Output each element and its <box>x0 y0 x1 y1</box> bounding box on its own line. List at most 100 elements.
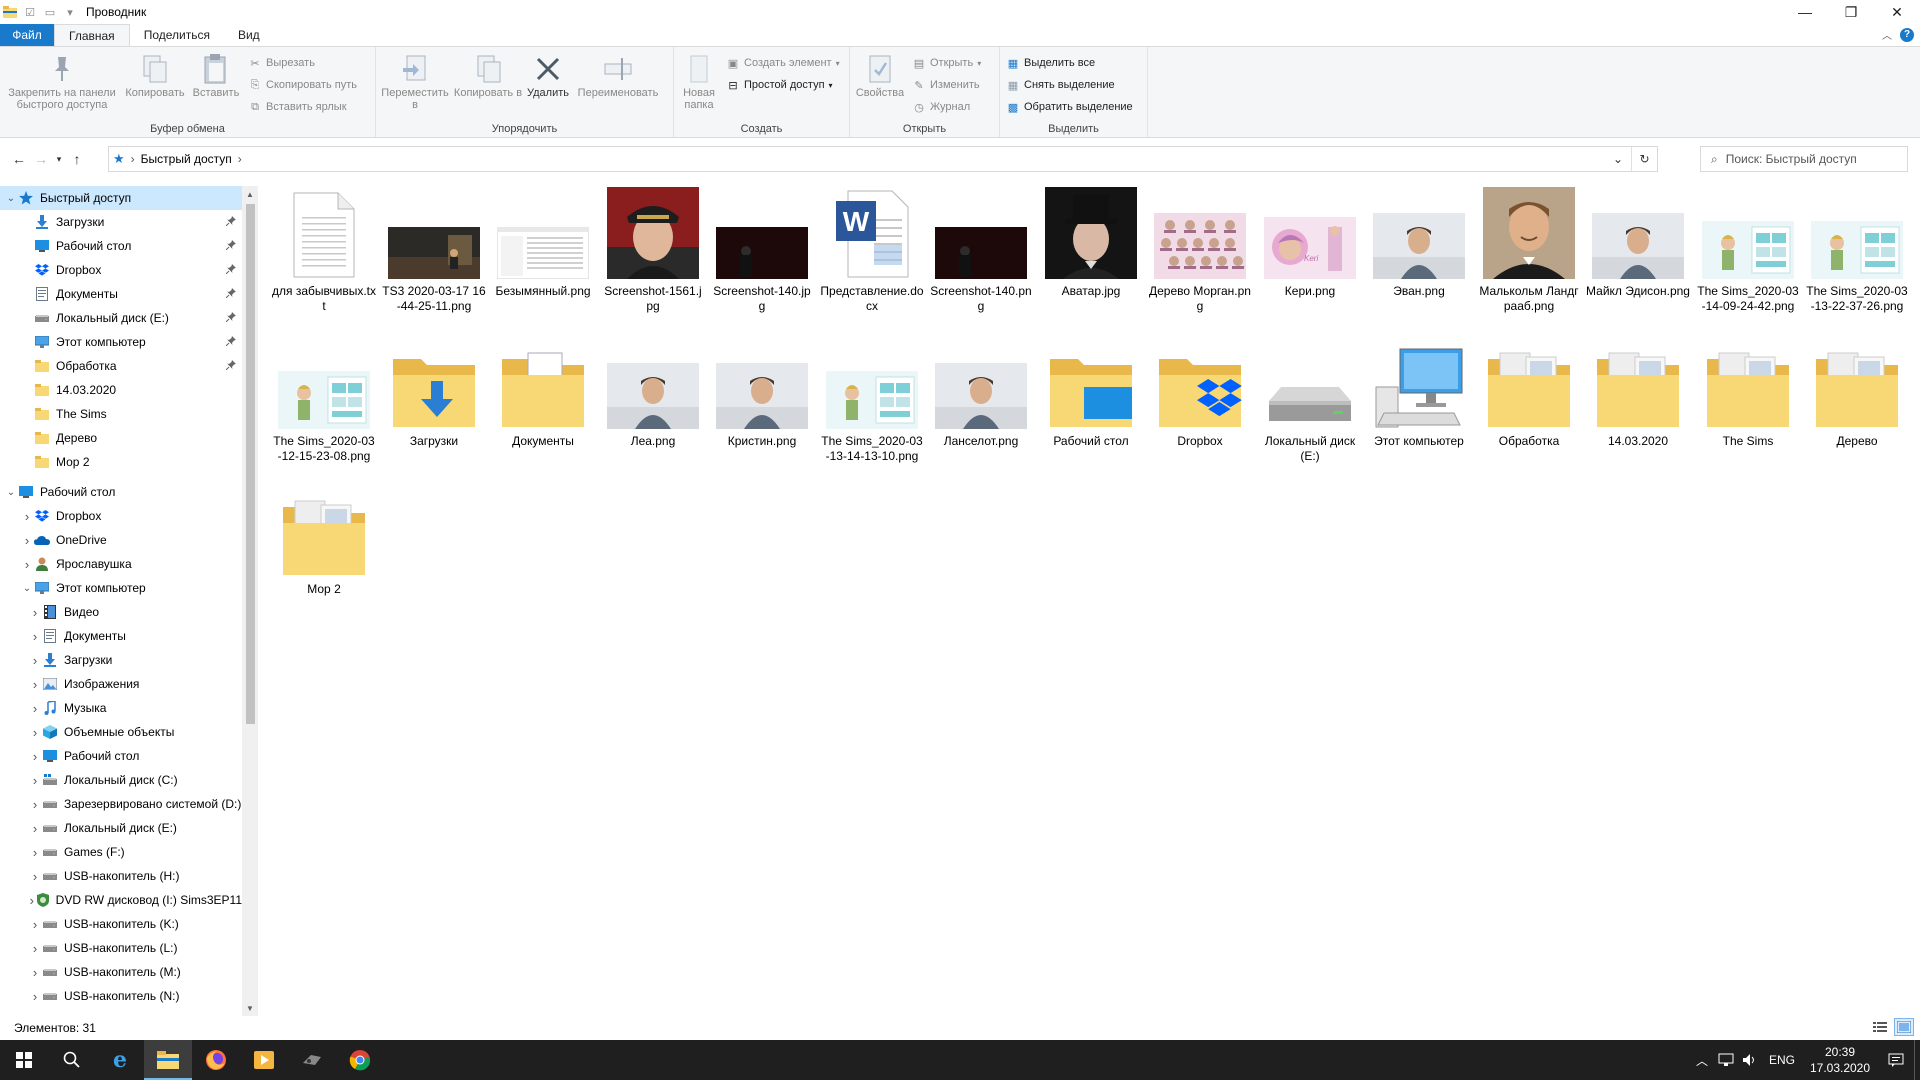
scroll-up-arrow-icon[interactable]: ▲ <box>242 186 258 202</box>
folder-tile[interactable]: Мор 2 <box>272 484 376 597</box>
file-tile[interactable]: Screenshot-1561.jpg <box>601 186 705 314</box>
sidebar-item[interactable]: › DVD RW дисковод (I:) Sims3EP11 <box>0 888 242 912</box>
sidebar-item[interactable]: ⌄ Этот компьютер <box>0 576 242 600</box>
expand-chevron-right-icon[interactable]: › <box>28 797 42 812</box>
scrollbar-thumb[interactable] <box>246 204 255 724</box>
expand-chevron-right-icon[interactable]: › <box>28 605 42 620</box>
edit-button[interactable]: ✎ Изменить <box>912 76 981 94</box>
file-tile[interactable]: для забывчивых.txt <box>272 186 376 314</box>
paste-shortcut-button[interactable]: ⧉ Вставить ярлык <box>248 98 357 116</box>
folder-tile[interactable]: Обработка <box>1477 336 1581 449</box>
sidebar-item[interactable]: ⌄ Быстрый доступ <box>0 186 242 210</box>
collapse-ribbon-icon[interactable]: ︿ <box>1882 27 1892 42</box>
clock[interactable]: 20:39 17.03.2020 <box>1802 1044 1878 1076</box>
chrome-browser-icon[interactable] <box>336 1040 384 1080</box>
sidebar-item[interactable]: Мор 2 <box>0 450 242 474</box>
tab-share[interactable]: Поделиться <box>130 24 224 46</box>
show-desktop-button[interactable] <box>1914 1040 1920 1080</box>
expand-chevron-right-icon[interactable]: › <box>28 653 42 668</box>
breadcrumb-quick-access[interactable]: Быстрый доступ <box>141 152 232 166</box>
properties-quick-icon[interactable]: ☑ <box>22 4 38 20</box>
cut-button[interactable]: ✂ Вырезать <box>248 54 357 72</box>
copy-path-button[interactable]: ⎘ Скопировать путь <box>248 76 357 94</box>
file-tile[interactable]: Keri Кери.png <box>1258 186 1362 299</box>
file-tile[interactable]: W Представление.docx <box>820 186 924 314</box>
expand-chevron-right-icon[interactable]: › <box>28 773 42 788</box>
refresh-icon[interactable]: ↻ <box>1631 147 1657 171</box>
invert-selection-button[interactable]: ▩ Обратить выделение <box>1006 98 1133 116</box>
file-tile[interactable]: Леа.png <box>601 336 705 449</box>
volume-icon[interactable] <box>1738 1040 1762 1080</box>
explorer-app-icon[interactable] <box>2 4 18 20</box>
sidebar-item[interactable]: Рабочий стол <box>0 234 242 258</box>
expand-chevron-right-icon[interactable]: › <box>20 509 34 524</box>
sidebar-item[interactable]: Дерево <box>0 426 242 450</box>
sidebar-item[interactable]: Dropbox <box>0 258 242 282</box>
sidebar-item[interactable]: The Sims <box>0 402 242 426</box>
select-all-button[interactable]: ▦ Выделить все <box>1006 54 1133 72</box>
sidebar-item[interactable]: › Локальный диск (C:) <box>0 768 242 792</box>
file-tile[interactable]: Ланселот.png <box>929 336 1033 449</box>
file-tile[interactable]: The Sims_2020-03-14-09-24-42.png <box>1696 186 1800 314</box>
file-tile[interactable]: Screenshot-140.jpg <box>710 186 814 314</box>
expand-chevron-right-icon[interactable]: › <box>28 629 42 644</box>
firefox-browser-icon[interactable] <box>192 1040 240 1080</box>
history-button[interactable]: ◷ Журнал <box>912 98 981 116</box>
folder-tile[interactable]: Дерево <box>1805 336 1909 449</box>
sidebar-item[interactable]: › Видео <box>0 600 242 624</box>
sidebar-item[interactable]: › USB-накопитель (M:) <box>0 960 242 984</box>
file-tile[interactable]: Дерево Морган.png <box>1148 186 1252 314</box>
file-tile[interactable]: The Sims_2020-03-13-22-37-26.png <box>1805 186 1909 314</box>
file-tile[interactable]: Аватар.jpg <box>1039 186 1143 299</box>
file-explorer-taskbar-icon[interactable] <box>144 1040 192 1080</box>
drive-tile[interactable]: Локальный диск (E:) <box>1258 336 1362 464</box>
media-player-icon[interactable] <box>240 1040 288 1080</box>
back-arrow-icon[interactable]: ← <box>8 148 30 170</box>
expand-chevron-right-icon[interactable]: › <box>28 821 42 836</box>
file-tile[interactable]: TS3 2020-03-17 16-44-25-11.png <box>382 186 486 314</box>
game-app-icon[interactable] <box>288 1040 336 1080</box>
forward-arrow-icon[interactable]: → <box>30 148 52 170</box>
sidebar-item[interactable]: Документы <box>0 282 242 306</box>
open-button[interactable]: ▤ Открыть ▾ <box>912 54 981 72</box>
details-view-icon[interactable] <box>1870 1018 1890 1036</box>
maximize-button[interactable]: ❐ <box>1828 0 1874 24</box>
expand-chevron-right-icon[interactable]: › <box>28 965 42 980</box>
folder-tile[interactable]: Dropbox <box>1148 336 1252 449</box>
sidebar-item[interactable]: › USB-накопитель (H:) <box>0 864 242 888</box>
expand-chevron-down-icon[interactable]: ⌄ <box>20 583 34 594</box>
tab-view[interactable]: Вид <box>224 24 274 46</box>
expand-chevron-right-icon[interactable]: › <box>28 917 42 932</box>
sidebar-item[interactable]: › Музыка <box>0 696 242 720</box>
sidebar-item[interactable]: Этот компьютер <box>0 330 242 354</box>
sidebar-item[interactable]: Локальный диск (E:) <box>0 306 242 330</box>
expand-chevron-right-icon[interactable]: › <box>20 533 34 548</box>
minimize-button[interactable]: — <box>1782 0 1828 24</box>
file-tile[interactable]: Кристин.png <box>710 336 814 449</box>
expand-chevron-right-icon[interactable]: › <box>28 845 42 860</box>
select-none-button[interactable]: ▦ Снять выделение <box>1006 76 1133 94</box>
expand-chevron-right-icon[interactable]: › <box>20 557 34 572</box>
folder-tile[interactable]: The Sims <box>1696 336 1800 449</box>
file-tile[interactable]: Малькольм Ландграаб.png <box>1477 186 1581 314</box>
notifications-icon[interactable] <box>1878 1040 1914 1080</box>
expand-chevron-right-icon[interactable]: › <box>28 749 42 764</box>
file-tile[interactable]: Эван.png <box>1367 186 1471 299</box>
sidebar-item[interactable]: › OneDrive <box>0 528 242 552</box>
file-tile[interactable]: Майкл Эдисон.png <box>1586 186 1690 299</box>
file-tile[interactable]: The Sims_2020-03-13-14-13-10.png <box>820 336 924 464</box>
address-history-chevron-icon[interactable]: ⌄ <box>1605 147 1631 171</box>
expand-chevron-down-icon[interactable]: ⌄ <box>4 487 18 498</box>
navigation-scrollbar[interactable]: ▲ ▼ <box>242 186 258 1016</box>
scroll-down-arrow-icon[interactable]: ▼ <box>242 1000 258 1016</box>
file-tile[interactable]: The Sims_2020-03-12-15-23-08.png <box>272 336 376 464</box>
taskbar-search-icon[interactable] <box>48 1040 96 1080</box>
address-bar[interactable]: ★ › Быстрый доступ › ⌄ ↻ <box>108 146 1658 172</box>
expand-chevron-right-icon[interactable]: › <box>28 701 42 716</box>
large-icons-view-icon[interactable] <box>1894 1018 1914 1036</box>
file-tile[interactable]: Безымянный.png <box>491 186 595 299</box>
folder-tile[interactable]: Загрузки <box>382 336 486 449</box>
expand-chevron-right-icon[interactable]: › <box>28 677 42 692</box>
help-icon[interactable]: ? <box>1900 27 1914 42</box>
network-icon[interactable] <box>1714 1040 1738 1080</box>
